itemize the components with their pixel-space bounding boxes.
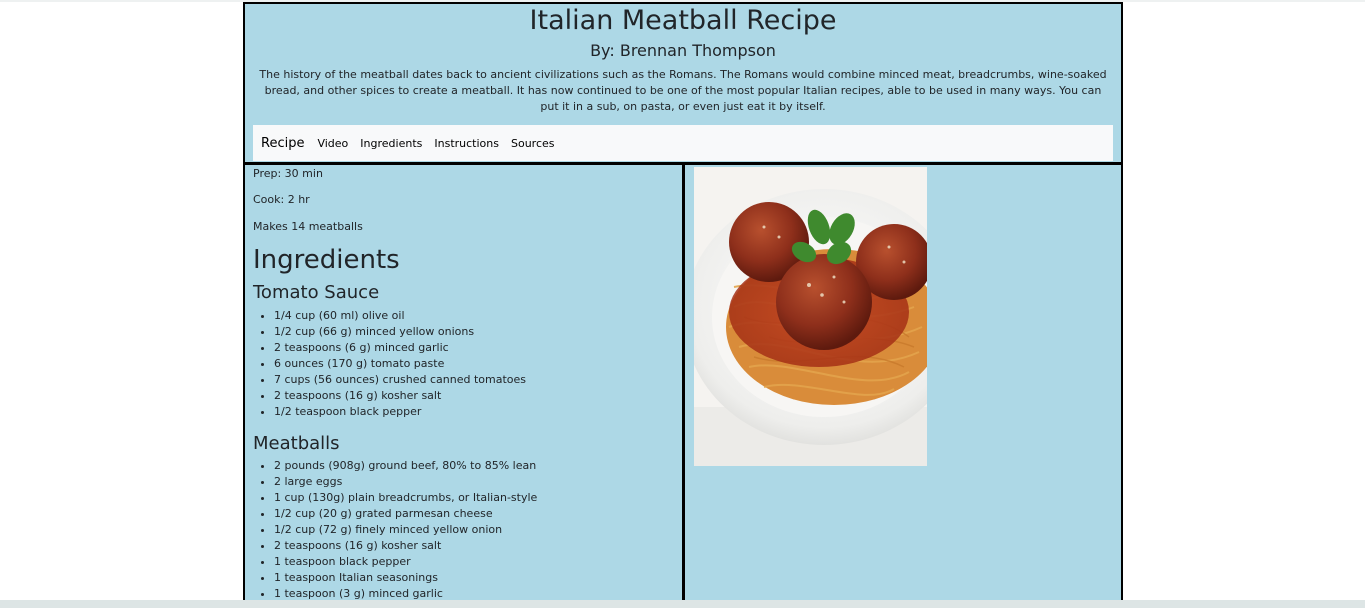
ingredients-column: Prep: 30 min Cook: 2 hr Makes 14 meatbal…	[245, 165, 685, 602]
navbar: Recipe Video Ingredients Instructions So…	[253, 125, 1113, 161]
list-item: 1 cup (130g) plain breadcrumbs, or Itali…	[274, 490, 537, 506]
header: Italian Meatball Recipe By: Brennan Thom…	[245, 4, 1121, 165]
tomato-sauce-heading: Tomato Sauce	[253, 282, 380, 303]
list-item: 2 teaspoons (6 g) minced garlic	[274, 340, 526, 356]
list-item: 6 ounces (170 g) tomato paste	[274, 356, 526, 372]
list-item: 1/2 teaspoon black pepper	[274, 404, 526, 420]
list-item: 2 pounds (908g) ground beef, 80% to 85% …	[274, 458, 537, 474]
list-item: 1/2 cup (20 g) grated parmesan cheese	[274, 506, 537, 522]
list-item: 1 teaspoon black pepper	[274, 554, 537, 570]
nav-link-ingredients[interactable]: Ingredients	[360, 137, 422, 150]
nav-link-video[interactable]: Video	[317, 137, 348, 150]
prep-time: Prep: 30 min	[253, 167, 323, 180]
meatballs-heading: Meatballs	[253, 433, 340, 454]
meatball-spaghetti-photo	[694, 167, 927, 466]
list-item: 2 teaspoons (16 g) kosher salt	[274, 388, 526, 404]
page-title: Italian Meatball Recipe	[529, 5, 837, 36]
list-item: 1 teaspoon Italian seasonings	[274, 570, 537, 586]
intro-paragraph: The history of the meatball dates back t…	[259, 68, 1107, 113]
ingredients-heading: Ingredients	[253, 245, 400, 275]
list-item: 1/4 cup (60 ml) olive oil	[274, 308, 526, 324]
list-item: 2 teaspoons (16 g) kosher salt	[274, 538, 537, 554]
list-item: 1/2 cup (72 g) finely minced yellow onio…	[274, 522, 537, 538]
tomato-sauce-list: 1/4 cup (60 ml) olive oil 1/2 cup (66 g)…	[253, 308, 526, 420]
cook-time: Cook: 2 hr	[253, 193, 310, 206]
author-line: By: Brennan Thompson	[590, 41, 776, 60]
nav-link-instructions[interactable]: Instructions	[434, 137, 499, 150]
nav-brand[interactable]: Recipe	[261, 136, 304, 151]
bottom-bar	[0, 600, 1365, 608]
content: Prep: 30 min Cook: 2 hr Makes 14 meatbal…	[245, 165, 1121, 602]
nav-link-sources[interactable]: Sources	[511, 137, 555, 150]
meatballs-list: 2 pounds (908g) ground beef, 80% to 85% …	[253, 458, 537, 602]
yield: Makes 14 meatballs	[253, 220, 363, 233]
photo-column	[685, 165, 1121, 602]
recipe-page: Italian Meatball Recipe By: Brennan Thom…	[243, 2, 1123, 602]
list-item: 7 cups (56 ounces) crushed canned tomato…	[274, 372, 526, 388]
list-item: 1/2 cup (66 g) minced yellow onions	[274, 324, 526, 340]
list-item: 2 large eggs	[274, 474, 537, 490]
